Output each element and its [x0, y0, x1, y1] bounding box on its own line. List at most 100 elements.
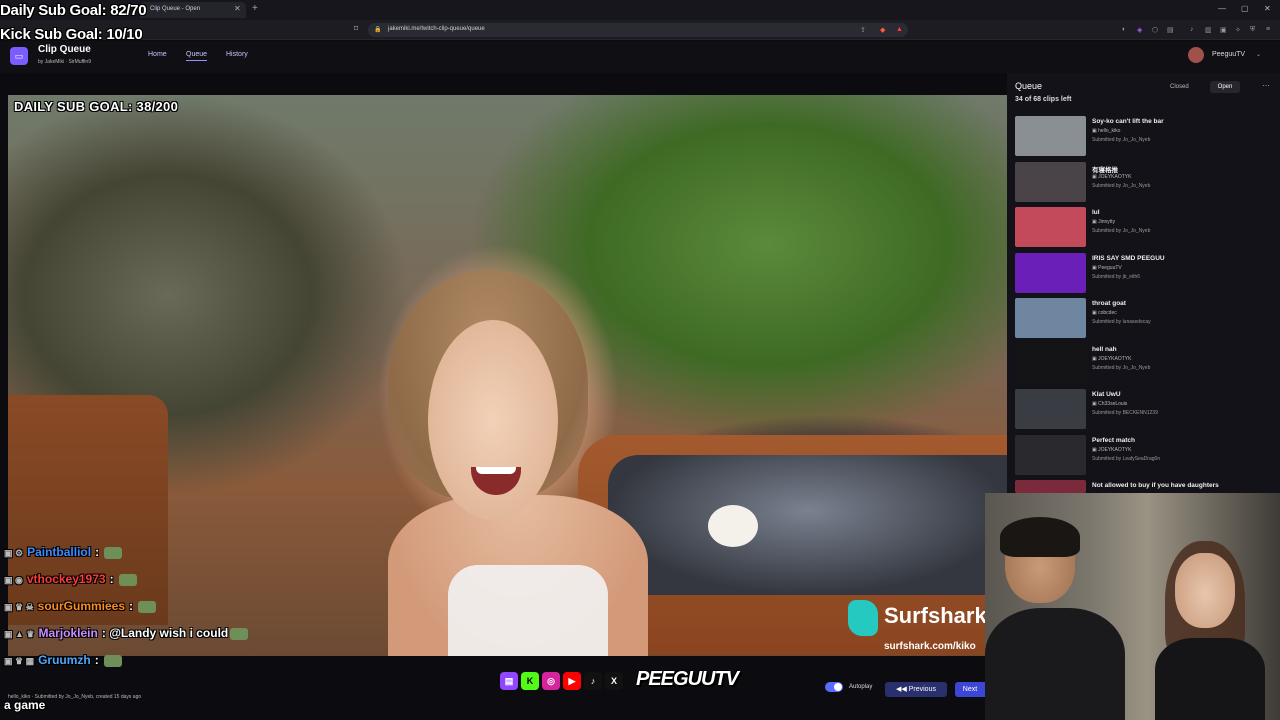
chat-username: sourGummiees — [37, 599, 126, 613]
clip-channel: ▣ PeeguuTV — [1092, 264, 1122, 271]
nav-queue[interactable]: Queue — [186, 51, 208, 61]
clip-queue-logo-icon[interactable]: ▭ — [10, 47, 28, 65]
vpn-icon[interactable]: ⛨ — [1250, 26, 1255, 34]
avatar[interactable] — [1188, 47, 1204, 63]
clip-thumbnail[interactable] — [1015, 161, 1086, 202]
brand-logo: PEEGUUTV — [636, 668, 739, 690]
app-title: Clip Queue — [38, 44, 91, 55]
emote-icon — [118, 573, 137, 586]
chat-separator: : — [109, 572, 114, 586]
queue-clip-item[interactable]: IRIS SAY SMD PEEGUU ▣ PeeguuTV Submitted b… — [1015, 252, 1265, 295]
extension-icon-1[interactable]: ◐ — [1122, 26, 1126, 33]
chat-badges-icon: ▣ ▲ ♛ — [4, 629, 35, 639]
chat-badges-icon: ▣ ◉ — [4, 575, 23, 585]
queue-clip-item[interactable]: hell nah ▣ JOEYKAOTYK Submitted by Jo_Jo_N… — [1015, 343, 1265, 386]
instagram-icon: ◎ — [542, 672, 560, 690]
surfshark-logo-icon — [848, 600, 878, 636]
browser-tab[interactable]: Clip Queue - Open — [140, 2, 246, 18]
clip-meta: hello_kiko · Submitted by Jo_Jo_Nyeb, cr… — [8, 694, 142, 700]
maximize-icon[interactable]: ▢ — [1241, 4, 1249, 13]
leo-icon[interactable]: ✧ — [1235, 26, 1241, 34]
emote-icon — [104, 546, 123, 559]
autoplay-knob[interactable] — [834, 683, 842, 691]
clip-title: Klat UwU — [1092, 391, 1121, 398]
clip-title: Not allowed to buy if you have daughters — [1092, 482, 1219, 489]
emote-icon — [104, 654, 123, 667]
clip-submitter: Submitted by lunasedecay — [1092, 319, 1151, 325]
queue-clip-item[interactable]: Perfect match ▣ JOEYKAOTYK Submitted by Le… — [1015, 434, 1265, 477]
clip-thumbnail[interactable] — [1015, 116, 1086, 156]
chat-separator: : — [94, 653, 99, 667]
extension-icon-4[interactable]: ▤ — [1167, 26, 1174, 34]
sidebar-icon[interactable]: ▥ — [1205, 26, 1212, 34]
new-tab-icon[interactable]: + — [252, 3, 258, 14]
clip-submitter: Submitted by jb_eith6 — [1092, 273, 1141, 280]
bookmark-icon[interactable]: ⌑ — [354, 24, 358, 33]
chat-separator: : — [95, 545, 100, 559]
kick-sub-goal: Kick Sub Goal: 10/10 — [0, 26, 143, 43]
queue-open-button[interactable]: Open — [1210, 81, 1240, 93]
clip-thumbnail[interactable] — [1015, 298, 1086, 338]
clip-title: hell nah — [1092, 345, 1117, 353]
queue-clip-item[interactable]: throat goat ▣ cobcdec Submitted by lunased… — [1015, 298, 1265, 340]
clip-thumbnail[interactable] — [1015, 343, 1086, 384]
queue-clip-item[interactable]: Klat UwU ▣ Ch33seLouis Submitted by BECKEN… — [1015, 389, 1265, 431]
clip-thumbnail[interactable] — [1015, 252, 1086, 293]
video-frame-water — [608, 455, 1007, 595]
video-frame-duck — [708, 505, 758, 547]
clip-player[interactable]: DAILY SUB GOAL: 38/200 Surfshark surfsha… — [8, 95, 1007, 656]
video-frame-tub-left — [8, 395, 168, 625]
more-icon[interactable]: ⋯ — [1262, 81, 1270, 90]
menu-icon[interactable]: ≡ — [1266, 26, 1270, 33]
youtube-icon: ▶ — [563, 672, 581, 690]
share-icon[interactable]: ⇪ — [860, 26, 866, 34]
brave-shield-icon[interactable]: ◆ — [880, 26, 885, 34]
queue-clip-item[interactable]: 有寝格推 ▣ JOEYKAOTYK Submitted by Jo_Jo_Nyeb — [1015, 161, 1265, 204]
rewards-icon[interactable]: ▲ — [896, 26, 903, 33]
clip-thumbnail[interactable] — [1015, 389, 1086, 429]
chat-message: ▣ ▲ ♛ Marjoklein: @Landy wish i could — [4, 626, 249, 642]
extension-icon-3[interactable]: ⬡ — [1152, 26, 1158, 34]
tab-title: Clip Queue - Open — [150, 6, 201, 12]
clip-thumbnail[interactable] — [1015, 434, 1086, 475]
clip-submitter: Submitted by LeafySeaDrag0n — [1092, 455, 1161, 462]
clip-channel: ▣ cobcdec — [1092, 310, 1117, 316]
daily-sub-goal: Daily Sub Goal: 82/70 — [0, 2, 147, 19]
music-icon[interactable]: ♪ — [1190, 26, 1194, 33]
webcam-person-left-body — [985, 608, 1125, 720]
previous-button[interactable]: ◀◀ Previous — [885, 682, 947, 697]
extension-icon-2[interactable]: ◈ — [1137, 26, 1142, 34]
chat-message: ▣ ♛ ▦ Gruumzh: — [4, 653, 123, 669]
chat-message-continuation: a game — [4, 698, 46, 712]
webcam-person-right-head — [1175, 553, 1235, 628]
chat-message: ▣ ◉ vthockey1973: — [4, 572, 137, 588]
clip-title: Perfect match — [1092, 436, 1135, 444]
queue-clip-item[interactable]: Soy-ko can't lift the bar ▣ hello_kiko Sub… — [1015, 116, 1265, 158]
nav-history[interactable]: History — [226, 51, 248, 58]
close-window-icon[interactable]: ✕ — [1264, 4, 1271, 13]
user-name[interactable]: PeeguuTV — [1212, 51, 1245, 58]
nav-home[interactable]: Home — [148, 51, 167, 58]
next-button[interactable]: Next — [955, 682, 985, 697]
clip-channel: ▣ JOEYKAOTYK — [1092, 446, 1132, 453]
queue-clip-item[interactable]: lul ▣ Jinnytty Submitted by Jo_Jo_Nyeb — [1015, 207, 1265, 249]
close-tab-icon[interactable]: ✕ — [234, 4, 241, 13]
chat-message: ▣ ♛ ☠ sourGummiees: — [4, 599, 157, 615]
minimize-icon[interactable]: — — [1218, 4, 1226, 13]
autoplay-label: Autoplay — [849, 684, 873, 690]
chat-username: Marjoklein — [38, 626, 98, 640]
wallet-icon[interactable]: ▣ — [1220, 26, 1227, 34]
queue-clip-item[interactable]: Not allowed to buy if you have daughters — [1015, 480, 1265, 493]
queue-closed-button[interactable]: Closed — [1170, 84, 1189, 90]
clip-channel: ▣ JOEYKAOTYK — [1092, 173, 1132, 180]
chevron-down-icon[interactable]: ⌄ — [1256, 51, 1261, 58]
clip-title: IRIS SAY SMD PEEGUU — [1092, 254, 1165, 262]
clip-title: 有寝格推 — [1092, 166, 1118, 174]
clip-thumbnail[interactable] — [1015, 207, 1086, 247]
clip-submitter: Submitted by BECKENN1239 — [1092, 410, 1158, 416]
sponsor-name: Surfshark — [884, 603, 987, 628]
clip-thumbnail[interactable] — [1015, 480, 1086, 493]
url-text[interactable]: jakemiki.me/twitch-clip-queue/queue — [388, 26, 485, 32]
clip-submitter: Submitted by Jo_Jo_Nyeb — [1092, 364, 1151, 371]
clip-channel: ▣ Jinnytty — [1092, 219, 1116, 225]
